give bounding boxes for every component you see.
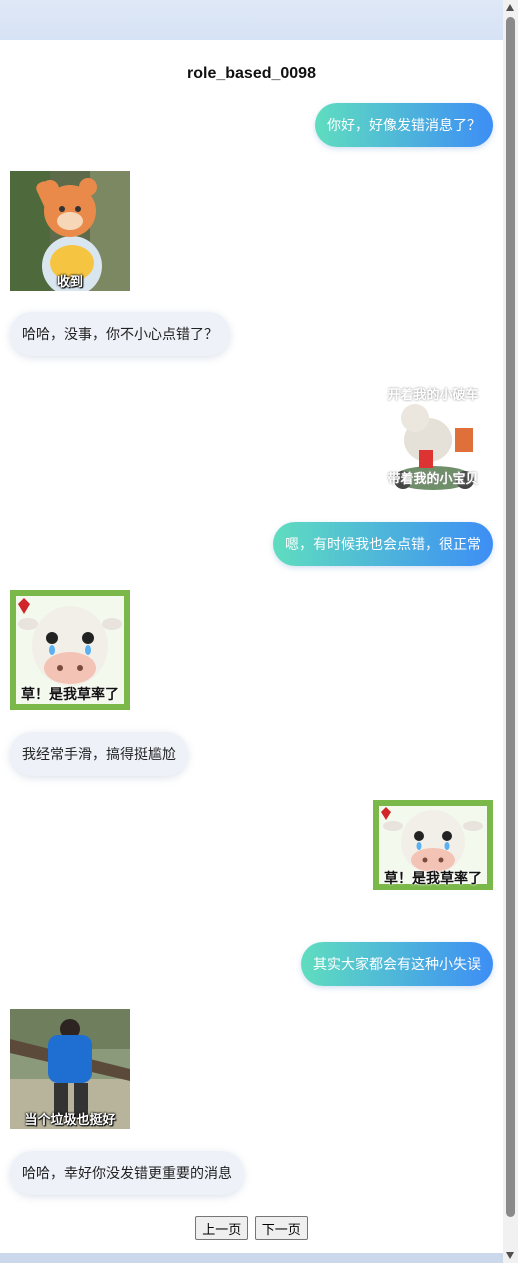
sticker-caption: 收到 <box>56 274 83 289</box>
scroll-up-arrow-icon[interactable] <box>506 4 514 11</box>
message-bubble-incoming: 哈哈，没事，你不小心点错了？ <box>10 312 230 356</box>
message-bubble-incoming: 我经常手滑，搞得挺尴尬 <box>10 732 188 776</box>
sticker-image: 收到 <box>10 171 130 291</box>
scrollbar-thumb[interactable] <box>506 17 515 1217</box>
next-page-button[interactable]: 下一页 <box>254 1216 308 1240</box>
bottom-band <box>0 1253 503 1263</box>
sticker-image: 草！是我草率了 <box>10 590 130 710</box>
pagination: 上一页 下一页 <box>0 1216 503 1240</box>
message-bubble-incoming: 哈哈，幸好你没发错更重要的消息 <box>10 1151 244 1195</box>
chat-panel: role_based_0098 你好，好像发错消息了？ 收到 哈哈，没事，你不小… <box>0 40 503 1253</box>
sticker-image: 开着我的小破车 带着我的小宝贝 <box>373 380 493 500</box>
top-band <box>0 0 503 40</box>
vertical-scrollbar[interactable] <box>503 0 518 1263</box>
sticker-caption: 当个垃圾也挺好 <box>24 1112 116 1127</box>
sticker-image: 草！是我草率了 <box>373 800 493 890</box>
sticker-caption-top: 开着我的小破车 <box>387 387 479 402</box>
message-bubble-outgoing: 其实大家都会有这种小失误 <box>301 942 493 986</box>
message-bubble-outgoing: 嗯，有时候我也会点错，很正常 <box>273 522 493 566</box>
scroll-down-arrow-icon[interactable] <box>506 1252 514 1259</box>
page-title: role_based_0098 <box>187 65 316 82</box>
sticker-caption: 草！是我草率了 <box>384 870 482 886</box>
sticker-caption: 草！是我草率了 <box>21 686 119 702</box>
prev-page-button[interactable]: 上一页 <box>195 1216 249 1240</box>
sticker-caption-bottom: 带着我的小宝贝 <box>387 471 479 486</box>
message-bubble-outgoing: 你好，好像发错消息了？ <box>315 103 493 147</box>
sticker-image: 当个垃圾也挺好 <box>10 1009 130 1129</box>
